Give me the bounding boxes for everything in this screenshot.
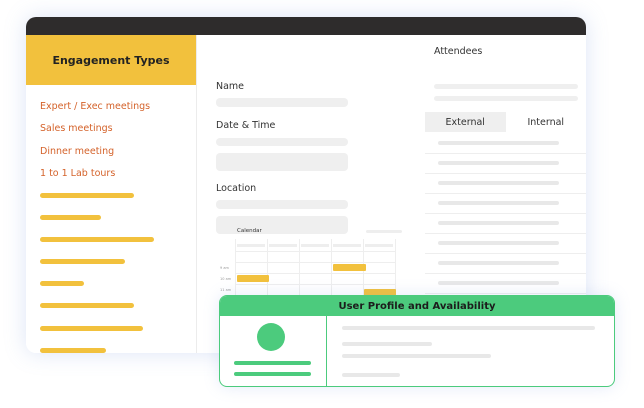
time-field[interactable] — [216, 153, 348, 171]
availability-placeholder — [342, 342, 432, 346]
attendee-row-placeholder — [438, 241, 559, 245]
calendar-row-line — [235, 284, 396, 285]
sidebar-placeholder-item[interactable] — [40, 347, 106, 353]
availability-placeholder — [342, 354, 491, 358]
datetime-label: Date & Time — [216, 120, 276, 131]
calendar-day-header — [269, 244, 297, 247]
attendee-row[interactable] — [425, 194, 586, 214]
availability-placeholder — [342, 373, 400, 377]
attendee-row[interactable] — [425, 214, 586, 234]
sidebar-item-expert-exec[interactable]: Expert / Exec meetings — [40, 100, 196, 122]
sidebar-title: Engagement Types — [26, 35, 196, 85]
calendar-row-line — [235, 251, 396, 252]
sidebar-item-lab-tours[interactable]: 1 to 1 Lab tours — [40, 167, 196, 189]
calendar-time-10am: 10 am — [220, 277, 232, 281]
attendee-row-placeholder — [438, 221, 559, 225]
sidebar-placeholder-item[interactable] — [40, 303, 134, 309]
attendee-row[interactable] — [425, 134, 586, 154]
attendee-row[interactable] — [425, 234, 586, 254]
window-titlebar — [26, 17, 586, 35]
calendar-time-9am: 9 am — [220, 266, 229, 270]
sidebar-item-sales[interactable]: Sales meetings — [40, 122, 196, 144]
attendees-tabs: External Internal — [425, 112, 586, 132]
calendar-event[interactable] — [333, 264, 366, 271]
sidebar-placeholder-item[interactable] — [40, 215, 101, 221]
attendees-title: Attendees — [434, 46, 483, 57]
attendee-row[interactable] — [425, 174, 586, 194]
calendar-day-header — [333, 244, 361, 247]
calendar-row-line — [235, 273, 396, 274]
availability-placeholder — [342, 326, 595, 330]
attendee-row-placeholder — [438, 201, 559, 205]
calendar-row-line — [235, 262, 396, 263]
sidebar-placeholder-items — [40, 193, 154, 353]
sidebar-list: Expert / Exec meetings Sales meetings Di… — [26, 85, 196, 189]
location-field[interactable] — [216, 200, 348, 209]
user-name-placeholder — [234, 361, 311, 365]
calendar-day-header — [365, 244, 393, 247]
user-detail-placeholder — [234, 372, 311, 376]
name-field[interactable] — [216, 98, 348, 107]
sidebar-item-dinner[interactable]: Dinner meeting — [40, 145, 196, 167]
date-field[interactable] — [216, 138, 348, 146]
calendar-event[interactable] — [237, 275, 269, 282]
sidebar-placeholder-item[interactable] — [40, 325, 143, 331]
sidebar-placeholder-item[interactable] — [40, 281, 84, 287]
location-label: Location — [216, 183, 257, 194]
attendee-row[interactable] — [425, 154, 586, 174]
attendee-row[interactable] — [425, 254, 586, 274]
app-stage: Engagement Types Expert / Exec meetings … — [0, 0, 644, 408]
calendar-day-header — [301, 244, 329, 247]
name-label: Name — [216, 81, 245, 92]
avatar[interactable] — [257, 323, 285, 351]
sidebar-placeholder-item[interactable] — [40, 237, 154, 243]
attendee-row[interactable] — [425, 274, 586, 294]
attendee-row-placeholder — [438, 161, 559, 165]
tab-internal[interactable]: Internal — [506, 112, 587, 132]
engagement-sidebar: Engagement Types Expert / Exec meetings … — [26, 35, 197, 353]
sidebar-placeholder-item[interactable] — [40, 193, 134, 198]
calendar-header-placeholder — [366, 230, 402, 233]
calendar-title: Calendar — [237, 228, 262, 234]
attendees-placeholder — [434, 84, 578, 89]
calendar-day-header — [237, 244, 265, 247]
user-profile-card: User Profile and Availability — [219, 295, 615, 387]
attendee-row-placeholder — [438, 281, 559, 285]
calendar-time-11am: 11 am — [220, 288, 232, 292]
sidebar-placeholder-item[interactable] — [40, 259, 125, 265]
attendees-placeholder — [434, 96, 578, 101]
attendee-row-placeholder — [438, 261, 559, 265]
attendee-row-placeholder — [438, 181, 559, 185]
attendee-row-placeholder — [438, 141, 559, 145]
profile-card-title: User Profile and Availability — [220, 296, 614, 316]
profile-card-user — [220, 316, 327, 386]
tab-external[interactable]: External — [425, 112, 506, 132]
